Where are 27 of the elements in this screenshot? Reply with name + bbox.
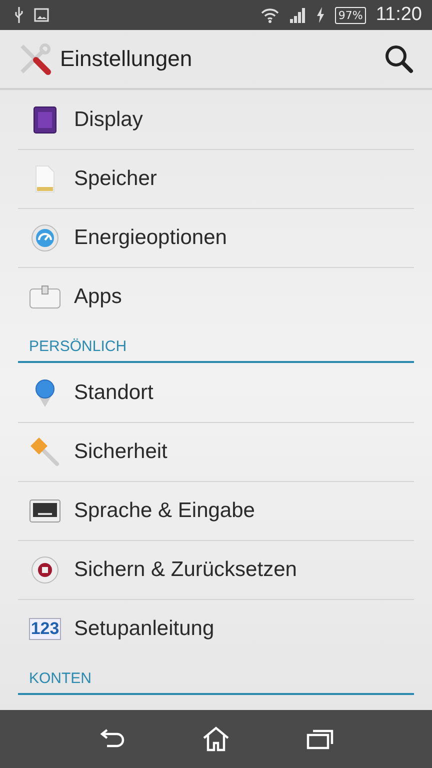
numbers-icon: 123 xyxy=(28,618,62,640)
settings-item[interactable]: 123 Setupanleitung xyxy=(18,599,414,658)
settings-item[interactable]: Energieoptionen xyxy=(18,208,414,267)
record-button-icon xyxy=(29,556,61,584)
section-header: KONTEN xyxy=(29,670,92,687)
settings-item[interactable]: Display xyxy=(18,90,414,149)
gauge-icon xyxy=(29,224,61,252)
settings-item[interactable]: Standort xyxy=(18,363,414,422)
search-icon[interactable] xyxy=(384,44,414,74)
settings-item[interactable]: Speicher xyxy=(18,149,414,208)
wifi-icon xyxy=(260,7,280,23)
settings-item[interactable]: Sichern & Zurücksetzen xyxy=(18,540,414,599)
settings-item[interactable]: Sprache & Eingabe xyxy=(18,481,414,540)
section-header: PERSÖNLICH xyxy=(29,338,127,355)
tools-icon xyxy=(18,42,52,76)
settings-item[interactable]: Sicherheit xyxy=(18,422,414,481)
signal-icon xyxy=(290,7,306,23)
key-icon xyxy=(29,437,61,467)
folder-icon xyxy=(29,285,61,309)
usb-icon xyxy=(14,6,24,24)
keyboard-icon xyxy=(29,499,61,523)
clock-time: 11:20 xyxy=(376,4,422,26)
screen-title: Einstellungen xyxy=(60,46,194,72)
battery-level: 97% xyxy=(335,6,366,24)
settings-item[interactable]: Apps xyxy=(18,267,414,326)
charging-bolt-icon xyxy=(316,7,326,23)
image-icon xyxy=(34,8,49,22)
